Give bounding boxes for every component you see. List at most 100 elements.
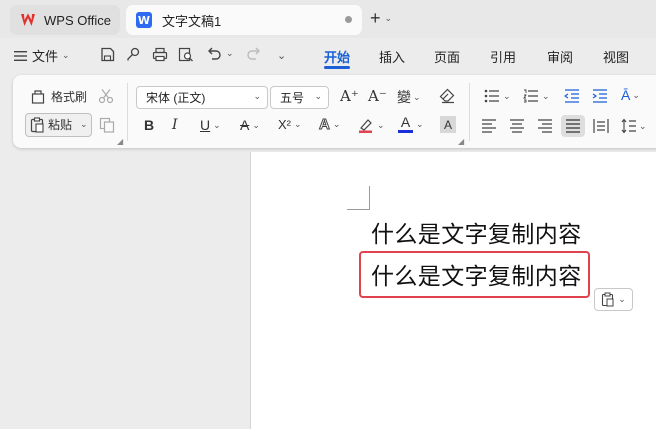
hamburger-icon xyxy=(14,50,27,61)
superscript-glyph: X² xyxy=(278,117,291,132)
clear-format-icon[interactable] xyxy=(439,88,456,104)
tab-insert[interactable]: 插入 xyxy=(379,47,405,66)
quick-access-more-icon[interactable]: ⌄ xyxy=(277,49,286,62)
home-ribbon: 格式刷 粘贴 ⌄ ◢ 宋体 (正文) ⌄ 五号 ⌄ A⁺ A⁻ 變 ⌄ B I … xyxy=(13,75,656,148)
highlight-button[interactable]: ⌄ xyxy=(358,117,385,133)
file-menu-label: 文件 xyxy=(32,49,59,64)
strikethrough-glyph: A xyxy=(240,117,250,133)
chevron-down-icon: ⌄ xyxy=(618,294,626,304)
tab-document-label: 文字文稿1 xyxy=(162,13,222,29)
chevron-down-icon: ⌄ xyxy=(62,50,70,60)
print-icon[interactable] xyxy=(152,47,168,62)
chevron-down-icon: ⌄ xyxy=(253,91,261,101)
chevron-down-icon: ⌄ xyxy=(542,90,550,101)
left-pane xyxy=(0,152,250,429)
new-tab-button[interactable]: + ⌄ xyxy=(370,8,392,29)
chevron-down-icon: ⌄ xyxy=(416,119,424,129)
text-effect-glyph: A xyxy=(319,116,331,134)
format-painter-icon xyxy=(31,90,45,104)
character-shading-button[interactable]: A xyxy=(440,116,456,133)
font-color-glyph: A xyxy=(400,114,411,130)
share-link-icon[interactable] xyxy=(126,47,141,62)
tab-references[interactable]: 引用 xyxy=(490,47,516,66)
shrink-font-icon[interactable]: A⁻ xyxy=(368,87,387,105)
italic-button[interactable]: I xyxy=(172,117,178,133)
tab-page[interactable]: 页面 xyxy=(434,47,460,66)
align-right-icon[interactable] xyxy=(537,119,553,133)
numbered-list-icon xyxy=(523,89,538,103)
wps-logo-icon xyxy=(21,13,35,26)
group-divider xyxy=(469,83,470,141)
print-preview-icon[interactable] xyxy=(178,47,194,62)
underline-glyph: U xyxy=(200,117,211,133)
line-spacing-button[interactable]: ⌄ xyxy=(621,118,647,134)
group-divider xyxy=(127,83,128,141)
chevron-down-icon[interactable]: ⌄ xyxy=(385,13,393,24)
chevron-down-icon: ⌄ xyxy=(314,91,322,101)
margin-corner-mark xyxy=(369,186,370,210)
clipboard-dialog-launcher-icon[interactable]: ◢ xyxy=(117,137,123,146)
highlighter-icon xyxy=(359,119,372,133)
tab-view[interactable]: 视图 xyxy=(603,47,629,66)
align-left-icon[interactable] xyxy=(481,119,497,133)
font-size-select[interactable]: 五号 ⌄ xyxy=(270,86,329,109)
numbering-button[interactable]: ⌄ xyxy=(523,89,550,103)
copy-icon[interactable] xyxy=(99,117,115,133)
format-painter-label: 格式刷 xyxy=(51,90,88,104)
tab-wps-office-label: WPS Office xyxy=(44,12,111,28)
text-direction-icon: Ā xyxy=(621,87,631,103)
tab-wps-office[interactable]: WPS Office xyxy=(10,5,120,35)
document-paragraph-1[interactable]: 什么是文字复制内容 xyxy=(371,215,582,249)
chevron-down-icon: ⌄ xyxy=(503,90,511,101)
clipboard-icon xyxy=(602,292,614,307)
paste-options-chevron-icon[interactable]: ⌄ xyxy=(80,119,88,130)
margin-corner-mark xyxy=(347,209,370,210)
chevron-down-icon: ⌄ xyxy=(377,119,385,130)
font-size-value: 五号 xyxy=(280,91,305,105)
text-effect-button[interactable]: A ⌄ xyxy=(319,116,341,134)
underline-button[interactable]: U ⌄ xyxy=(200,117,221,133)
menu-row: 文件 ⌄ ⌄ ⌄ 开始 插入 页面 引用 审阅 视图 xyxy=(0,38,656,72)
font-color-swatch xyxy=(398,130,413,133)
paste-button-content[interactable]: 粘贴 xyxy=(30,116,72,133)
file-menu[interactable]: 文件 ⌄ xyxy=(14,46,70,65)
text-direction-button[interactable]: Ā ⌄ xyxy=(621,87,640,103)
bullets-button[interactable]: ⌄ xyxy=(484,89,511,103)
font-dialog-launcher-icon[interactable]: ◢ xyxy=(458,137,464,146)
strikethrough-button[interactable]: A ⌄ xyxy=(240,117,260,133)
chevron-down-icon[interactable]: ⌄ xyxy=(226,48,234,59)
redo-icon xyxy=(247,47,260,60)
paste-options-button[interactable]: ⌄ xyxy=(594,288,633,311)
clipboard-icon xyxy=(30,116,44,133)
superscript-button[interactable]: X² ⌄ xyxy=(278,117,302,132)
grow-font-icon[interactable]: A⁺ xyxy=(340,87,359,105)
font-name-select[interactable]: 宋体 (正文) ⌄ xyxy=(136,86,268,109)
tab-home[interactable]: 开始 xyxy=(324,47,350,66)
increase-indent-icon[interactable] xyxy=(592,89,608,103)
undo-button[interactable]: ⌄ xyxy=(206,46,234,60)
align-center-icon[interactable] xyxy=(509,119,525,133)
unsaved-dot-icon[interactable] xyxy=(345,16,352,23)
cut-icon[interactable] xyxy=(98,88,114,104)
decrease-indent-icon[interactable] xyxy=(564,89,580,103)
font-color-button[interactable]: A ⌄ xyxy=(398,114,424,133)
bullet-list-icon xyxy=(484,89,499,103)
line-spacing-icon xyxy=(621,118,636,134)
tab-document[interactable]: W 文字文稿1 xyxy=(126,5,362,35)
chevron-down-icon: ⌄ xyxy=(632,89,640,100)
chevron-down-icon: ⌄ xyxy=(639,120,647,131)
pasted-text-highlight xyxy=(359,251,590,298)
phonetic-guide-button[interactable]: 變 ⌄ xyxy=(397,87,421,107)
title-bar: WPS Office W 文字文稿1 + ⌄ xyxy=(0,0,656,38)
redo-button[interactable] xyxy=(246,46,262,60)
writer-doc-icon: W xyxy=(136,12,152,28)
format-painter-button[interactable]: 格式刷 xyxy=(31,88,87,105)
chevron-down-icon: ⌄ xyxy=(252,119,260,130)
distributed-align-icon[interactable] xyxy=(593,118,609,134)
paste-label: 粘贴 xyxy=(48,118,73,132)
chevron-down-icon: ⌄ xyxy=(413,91,421,102)
justify-icon[interactable] xyxy=(565,119,581,133)
tab-review[interactable]: 审阅 xyxy=(547,47,573,66)
save-icon[interactable] xyxy=(100,47,115,62)
bold-button[interactable]: B xyxy=(144,117,154,133)
